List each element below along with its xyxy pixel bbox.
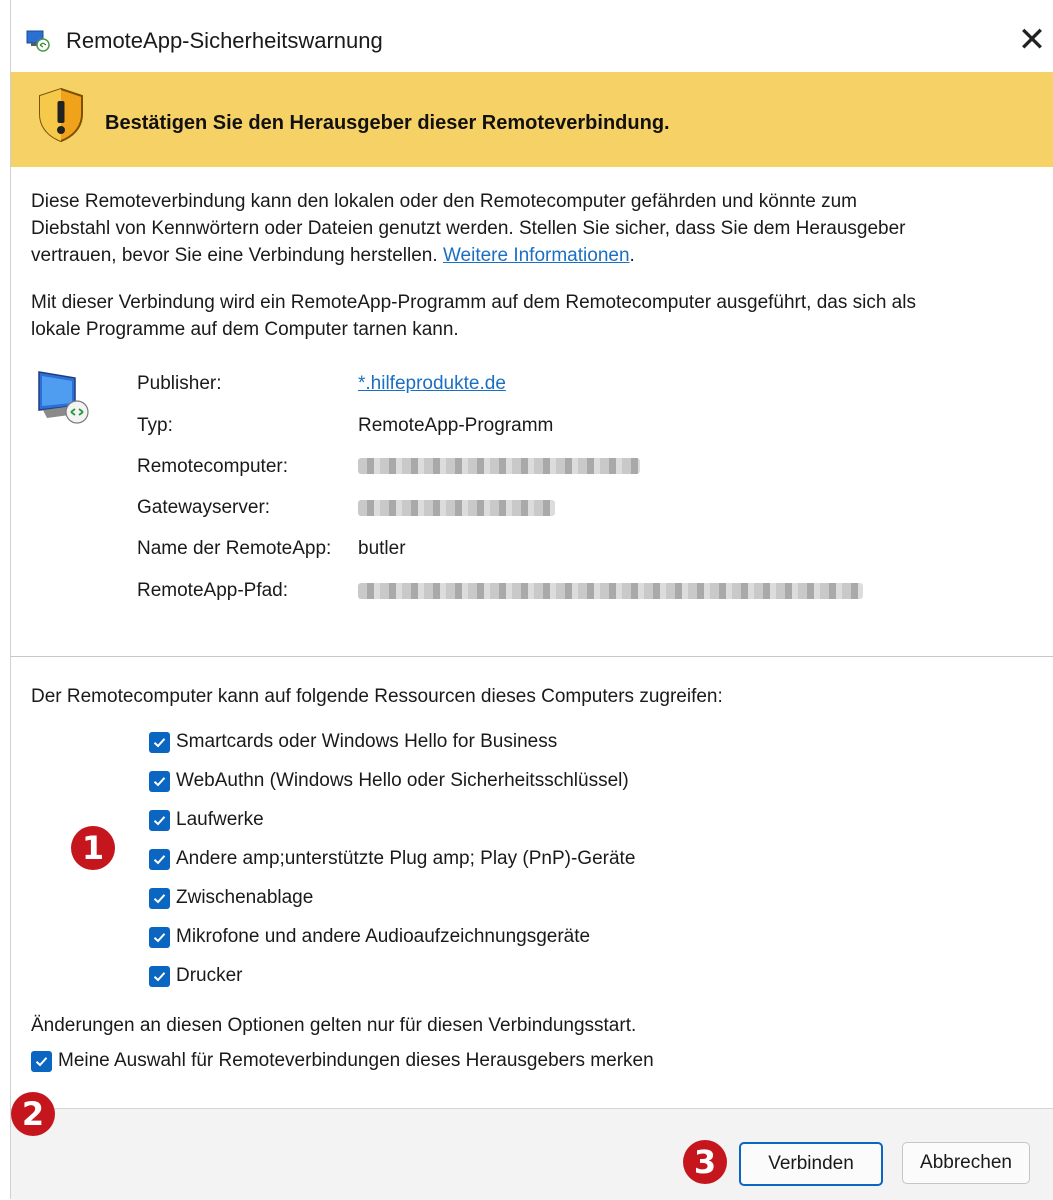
resources-heading: Der Remotecomputer kann auf folgende Res… bbox=[31, 686, 723, 707]
checkmark-icon bbox=[153, 737, 166, 747]
checkmark-icon bbox=[153, 776, 166, 786]
checkbox-label-pnp: Andere amp;unterstützte Plug amp; Play (… bbox=[176, 848, 636, 869]
checkbox-label-webauthn: WebAuthn (Windows Hello oder Sicherheits… bbox=[176, 770, 629, 791]
checkbox-row-clipboard[interactable]: Zwischenablage bbox=[149, 885, 313, 911]
connect-button[interactable]: Verbinden bbox=[739, 1142, 883, 1186]
intro-line-3: vertrauen, bevor Sie eine Verbindung her… bbox=[31, 242, 1031, 269]
intro-line-2: Diebstahl von Kennwörtern oder Dateien g… bbox=[31, 218, 906, 239]
checkmark-icon bbox=[153, 815, 166, 825]
close-button[interactable]: ✕ bbox=[1012, 20, 1052, 60]
checkbox-pnp[interactable] bbox=[149, 848, 170, 870]
checkmark-icon bbox=[153, 971, 166, 981]
intro-line-3-end: . bbox=[629, 245, 635, 266]
checkbox-label-printers: Drucker bbox=[176, 965, 243, 986]
annotation-badge-1: 1 bbox=[71, 826, 115, 870]
annotation-badge-2: 2 bbox=[11, 1092, 55, 1136]
checkbox-row-smartcards[interactable]: Smartcards oder Windows Hello for Busine… bbox=[149, 729, 557, 755]
redacted-apppath bbox=[358, 583, 863, 599]
checkbox-row-webauthn[interactable]: WebAuthn (Windows Hello oder Sicherheits… bbox=[149, 768, 629, 794]
checkbox-label-microphones: Mikrofone und andere Audioaufzeichnungsg… bbox=[176, 926, 591, 947]
program-note-line-1: Mit dieser Verbindung wird ein RemoteApp… bbox=[31, 292, 916, 313]
program-note: Mit dieser Verbindung wird ein RemoteApp… bbox=[31, 289, 1031, 343]
checkbox-microphones[interactable] bbox=[149, 926, 170, 948]
checkbox-drives[interactable] bbox=[149, 809, 170, 831]
window-title: RemoteApp-Sicherheitswarnung bbox=[66, 28, 383, 53]
detail-label-publisher: Publisher: bbox=[137, 373, 222, 394]
close-icon: ✕ bbox=[1017, 21, 1047, 59]
checkbox-row-drives[interactable]: Laufwerke bbox=[149, 807, 264, 833]
checkbox-clipboard[interactable] bbox=[149, 887, 170, 909]
detail-value-appname: butler bbox=[358, 538, 406, 559]
checkbox-remember[interactable] bbox=[31, 1050, 52, 1072]
annotation-badge-3: 3 bbox=[683, 1140, 727, 1184]
more-info-link[interactable]: Weitere Informationen bbox=[443, 245, 630, 266]
checkmark-icon bbox=[153, 893, 166, 903]
dialog-window: RemoteApp-Sicherheitswarnung ✕ Bestätige… bbox=[10, 0, 1053, 1200]
publisher-link[interactable]: *.hilfeprodukte.de bbox=[358, 373, 506, 395]
redacted-remotecomputer bbox=[358, 458, 640, 474]
checkbox-row-microphones[interactable]: Mikrofone und andere Audioaufzeichnungsg… bbox=[149, 924, 590, 950]
checkbox-row-printers[interactable]: Drucker bbox=[149, 963, 243, 989]
checkbox-label-clipboard: Zwischenablage bbox=[176, 887, 314, 908]
detail-label-type: Typ: bbox=[137, 415, 173, 436]
checkbox-row-remember[interactable]: Meine Auswahl für Remoteverbindungen die… bbox=[31, 1048, 654, 1074]
intro-paragraph: Diese Remoteverbindung kann den lokalen … bbox=[31, 188, 1031, 269]
checkbox-label-drives: Laufwerke bbox=[176, 809, 264, 830]
checkbox-smartcards[interactable] bbox=[149, 731, 170, 753]
detail-label-gateway: Gatewayserver: bbox=[137, 497, 271, 518]
detail-value-type: RemoteApp-Programm bbox=[358, 415, 554, 436]
redacted-gateway bbox=[358, 500, 555, 516]
checkmark-icon bbox=[153, 932, 166, 942]
checkmark-icon bbox=[35, 1056, 48, 1066]
remote-computer-icon bbox=[38, 371, 89, 424]
banner-text: Bestätigen Sie den Herausgeber dieser Re… bbox=[105, 112, 670, 134]
button-bar bbox=[11, 1108, 1053, 1200]
program-note-line-2: lokale Programme auf dem Computer tarnen… bbox=[31, 319, 459, 340]
cancel-button[interactable]: Abbrechen bbox=[902, 1142, 1030, 1184]
checkbox-printers[interactable] bbox=[149, 965, 170, 987]
title-bar: RemoteApp-Sicherheitswarnung ✕ bbox=[11, 0, 1053, 72]
checkmark-icon bbox=[153, 854, 166, 864]
detail-label-appname: Name der RemoteApp: bbox=[137, 538, 332, 559]
divider bbox=[11, 656, 1053, 657]
checkbox-row-pnp[interactable]: Andere amp;unterstützte Plug amp; Play (… bbox=[149, 846, 635, 872]
detail-label-remotecomputer: Remotecomputer: bbox=[137, 456, 289, 477]
warning-shield-icon bbox=[39, 87, 83, 143]
remoteapp-icon bbox=[26, 30, 50, 52]
checkbox-label-remember: Meine Auswahl für Remoteverbindungen die… bbox=[58, 1050, 654, 1071]
intro-line-3-text: vertrauen, bevor Sie eine Verbindung her… bbox=[31, 245, 443, 266]
checkbox-label-smartcards: Smartcards oder Windows Hello for Busine… bbox=[176, 731, 558, 752]
checkbox-webauthn[interactable] bbox=[149, 770, 170, 792]
intro-line-1: Diese Remoteverbindung kann den lokalen … bbox=[31, 191, 857, 212]
detail-label-apppath: RemoteApp-Pfad: bbox=[137, 580, 289, 601]
options-note: Änderungen an diesen Optionen gelten nur… bbox=[31, 1015, 637, 1036]
